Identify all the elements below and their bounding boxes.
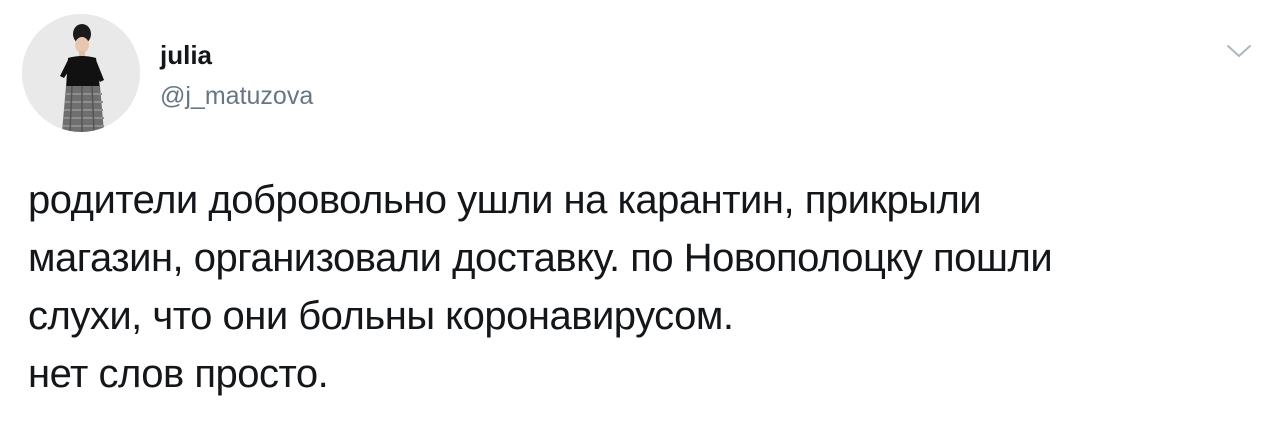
avatar-photo-icon bbox=[22, 14, 140, 132]
chevron-down-icon bbox=[1227, 45, 1251, 57]
author-avatar[interactable] bbox=[22, 14, 140, 132]
author-display-name[interactable]: julia bbox=[160, 40, 212, 70]
author-handle[interactable]: @j_matuzova bbox=[160, 81, 313, 111]
tweet-text-line: родители добровольно ушли на карантин, п… bbox=[28, 178, 982, 222]
tweet-text-line: магазин, организовали доставку. по Новоп… bbox=[28, 236, 1053, 280]
tweet-card: julia @j_matuzova родители добровольно у… bbox=[0, 0, 1280, 423]
tweet-text-line: нет слов просто. bbox=[28, 352, 329, 396]
tweet-text-line: слухи, что они больны коронавирусом. bbox=[28, 294, 734, 338]
tweet-text: родители добровольно ушли на карантин, п… bbox=[28, 171, 1258, 403]
tweet-menu-button[interactable] bbox=[1224, 40, 1254, 62]
